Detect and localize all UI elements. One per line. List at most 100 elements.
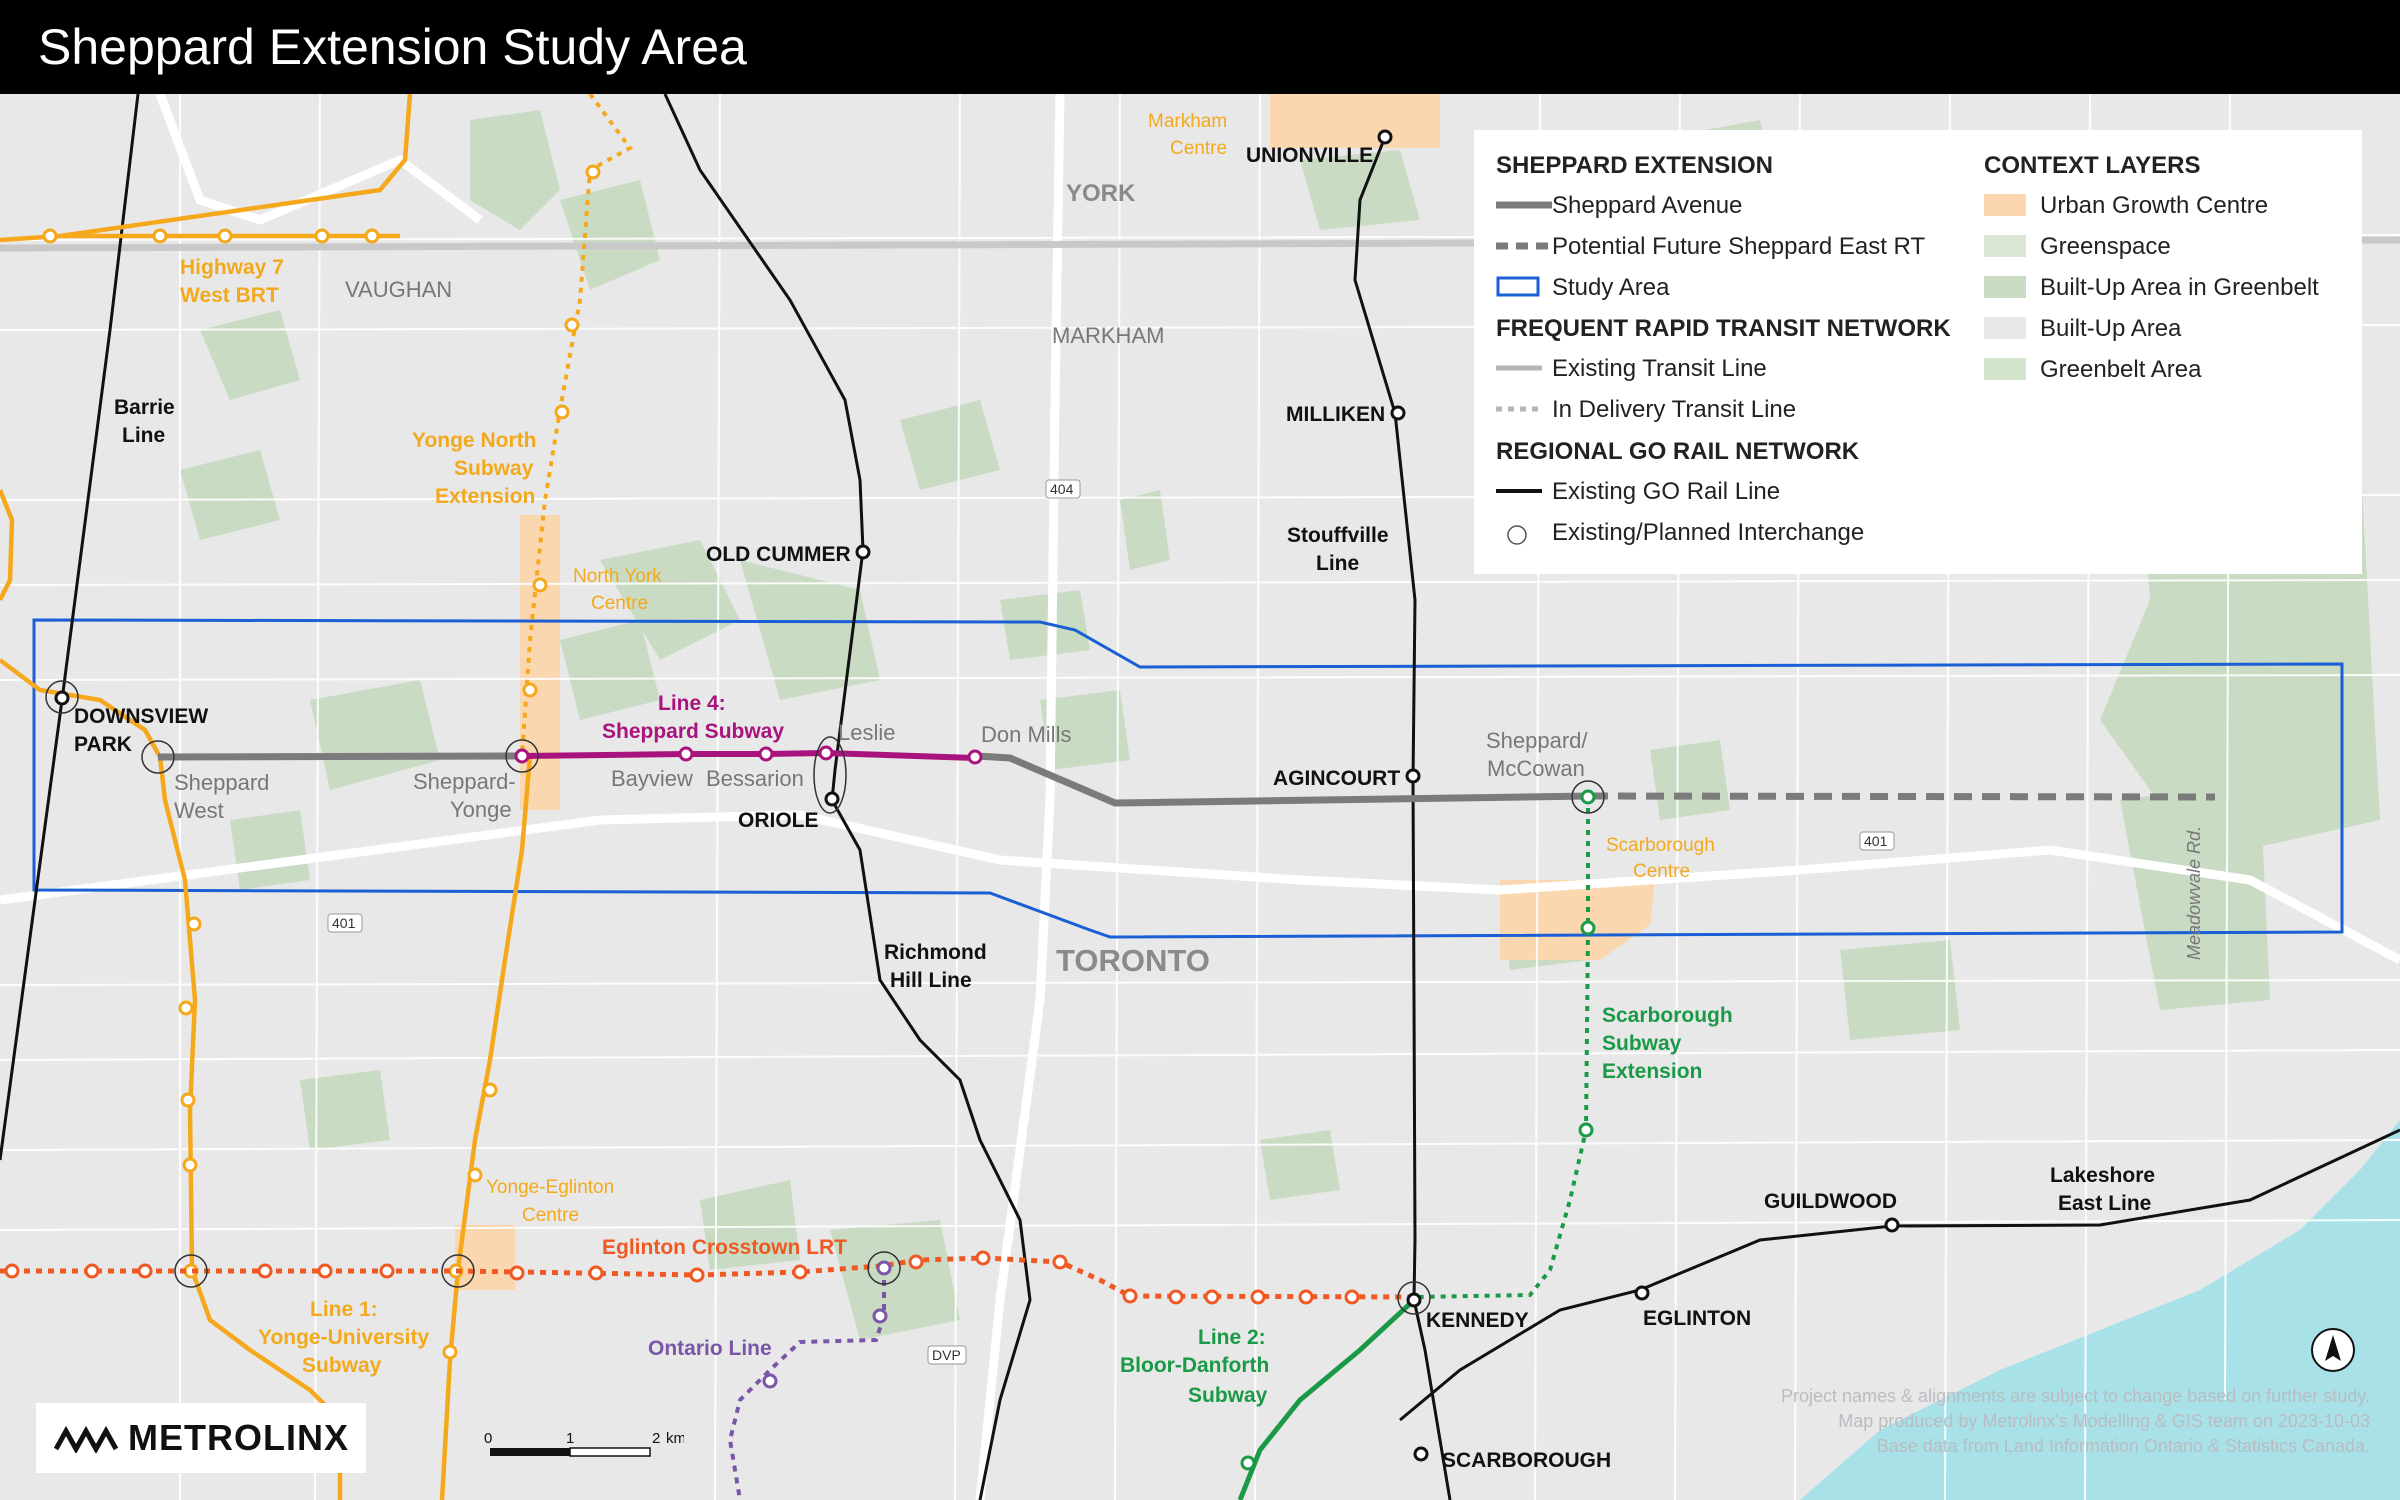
- legend-builtup: Built-Up Area: [2040, 315, 2182, 342]
- station-bayview: Bayview: [611, 766, 693, 791]
- label-yonge-eglinton-1: Yonge-Eglinton: [486, 1177, 614, 1198]
- legend-interchange: Existing/Planned Interchange: [1552, 519, 1865, 546]
- scale-bar: 0 1 2 km: [484, 1430, 684, 1457]
- legend-go-line: Existing GO Rail Line: [1552, 478, 1781, 505]
- legend-greenbelt: Greenbelt Area: [2040, 356, 2202, 383]
- legend-in-delivery: In Delivery Transit Line: [1552, 396, 1797, 423]
- station-bessarion: Bessarion: [706, 766, 804, 791]
- label-barrie-1: Barrie: [114, 396, 175, 419]
- shield-401-west-text: 401: [332, 915, 356, 931]
- label-yonge-north-3: Extension: [435, 485, 535, 508]
- label-barrie-2: Line: [122, 424, 165, 447]
- station-don-mills: Don Mills: [981, 722, 1071, 747]
- legend-in-delivery-icon: [1496, 406, 1542, 412]
- metrolinx-logo-icon: [54, 1425, 119, 1453]
- scale-unit: km: [666, 1430, 684, 1447]
- label-scarborough-centre-2: Centre: [1633, 861, 1690, 882]
- legend-builtup-greenbelt: Built-Up Area in Greenbelt: [2040, 274, 2319, 301]
- label-north-york-2: Centre: [591, 593, 648, 614]
- label-toronto: TORONTO: [1056, 943, 1210, 978]
- label-meadowvale: Meadowvale Rd.: [2184, 826, 2204, 960]
- metrolinx-logo: METROLINX: [36, 1403, 366, 1473]
- label-scarborough-centre-1: Scarborough: [1606, 835, 1715, 856]
- station-sheppard-west-1: Sheppard: [174, 770, 269, 795]
- shield-dvp-text: DVP: [932, 1347, 961, 1363]
- map-legend: SHEPPARD EXTENSION Sheppard Avenue Poten…: [1474, 130, 2362, 574]
- label-york: YORK: [1066, 180, 1136, 207]
- legend-sheppard-avenue-icon: [1496, 201, 1552, 209]
- legend-future-rt-icon: [1496, 242, 1552, 250]
- legend-greenbelt-swatch: [1984, 358, 2026, 380]
- label-scarb-ext-3: Extension: [1602, 1060, 1702, 1083]
- legend-urban-growth: Urban Growth Centre: [2040, 192, 2269, 219]
- station-agincourt: AGINCOURT: [1273, 767, 1400, 790]
- label-ontario-line: Ontario Line: [648, 1337, 772, 1360]
- credit-line-2: Map produced by Metrolinx's Modelling & …: [1838, 1411, 2370, 1431]
- label-highway7-2: West BRT: [180, 284, 279, 307]
- station-unionville: UNIONVILLE: [1246, 144, 1373, 167]
- station-leslie: Leslie: [838, 720, 895, 745]
- station-sheppard-mccowan-2: McCowan: [1487, 756, 1585, 781]
- station-old-cummer: OLD CUMMER: [706, 543, 851, 566]
- label-richmond-1: Richmond: [884, 941, 987, 964]
- shield-404-text: 404: [1050, 481, 1074, 497]
- legend-heading-context: CONTEXT LAYERS: [1984, 152, 2201, 179]
- station-sheppard-west-2: West: [174, 798, 224, 823]
- station-kennedy: KENNEDY: [1426, 1309, 1529, 1332]
- legend-study-area-icon: [1496, 276, 1540, 297]
- title-bar: Sheppard Extension Study Area: [0, 0, 2400, 94]
- station-eglinton: EGLINTON: [1643, 1307, 1751, 1330]
- credit-line-1: Project names & alignments are subject t…: [1781, 1386, 2370, 1406]
- label-yonge-eglinton-2: Centre: [522, 1205, 579, 1226]
- label-line2-1: Line 2:: [1198, 1326, 1266, 1349]
- legend-builtup-swatch: [1984, 317, 2026, 339]
- station-sheppard-yonge-2: Yonge: [450, 797, 512, 822]
- legend-builtup-greenbelt-swatch: [1984, 276, 2026, 298]
- legend-sheppard-avenue: Sheppard Avenue: [1552, 192, 1743, 219]
- scale-label-0: 0: [484, 1430, 492, 1447]
- label-yonge-north-1: Yonge North: [412, 429, 536, 452]
- label-vaughan: VAUGHAN: [345, 277, 452, 302]
- legend-urban-growth-swatch: [1984, 194, 2026, 216]
- station-scarborough: SCARBOROUGH: [1442, 1449, 1611, 1472]
- label-stouffville-2: Line: [1316, 552, 1359, 575]
- label-eglinton-lrt: Eglinton Crosstown LRT: [602, 1236, 847, 1259]
- label-line1-2: Yonge-University: [258, 1326, 429, 1349]
- label-line1-3: Subway: [302, 1354, 382, 1377]
- legend-future-rt: Potential Future Sheppard East RT: [1552, 233, 1926, 260]
- label-markham-centre-1: Markham: [1148, 111, 1227, 132]
- station-milliken: MILLIKEN: [1286, 403, 1385, 426]
- label-markham-centre-2: Centre: [1170, 138, 1227, 159]
- legend-greenspace: Greenspace: [2040, 233, 2171, 260]
- legend-existing-transit: Existing Transit Line: [1552, 355, 1767, 382]
- page-title: Sheppard Extension Study Area: [38, 19, 747, 75]
- label-line2-3: Subway: [1188, 1384, 1268, 1407]
- legend-interchange-icon: [1507, 525, 1527, 545]
- label-line4-2: Sheppard Subway: [602, 720, 784, 743]
- label-yonge-north-2: Subway: [454, 457, 534, 480]
- station-oriole: ORIOLE: [738, 809, 819, 832]
- legend-heading-go-rail: REGIONAL GO RAIL NETWORK: [1496, 438, 1860, 465]
- station-guildwood: GUILDWOOD: [1764, 1190, 1897, 1213]
- label-line4-1: Line 4:: [658, 692, 726, 715]
- legend-go-line-icon: [1496, 489, 1542, 493]
- legend-heading-frtn: FREQUENT RAPID TRANSIT NETWORK: [1496, 315, 1951, 342]
- station-downsview-1: DOWNSVIEW: [74, 705, 208, 728]
- label-markham: MARKHAM: [1052, 323, 1164, 348]
- scale-label-1: 1: [566, 1430, 574, 1447]
- station-downsview-2: PARK: [74, 733, 132, 756]
- label-scarb-ext-1: Scarborough: [1602, 1004, 1733, 1027]
- scale-label-2: 2: [652, 1430, 660, 1447]
- label-highway7-1: Highway 7: [180, 256, 284, 279]
- map-credits: Project names & alignments are subject t…: [1781, 1384, 2370, 1459]
- shield-401-east-text: 401: [1864, 833, 1888, 849]
- credit-line-3: Base data from Land Information Ontario …: [1876, 1436, 2370, 1456]
- label-richmond-2: Hill Line: [890, 969, 972, 992]
- station-sheppard-mccowan-1: Sheppard/: [1486, 728, 1588, 753]
- label-stouffville-1: Stouffville: [1287, 524, 1389, 547]
- legend-heading-sheppard: SHEPPARD EXTENSION: [1496, 152, 1773, 179]
- legend-study-area: Study Area: [1552, 274, 1670, 301]
- label-lakeshore-2: East Line: [2058, 1192, 2151, 1215]
- metrolinx-logo-text: METROLINX: [128, 1417, 349, 1458]
- station-sheppard-yonge-1: Sheppard-: [413, 769, 516, 794]
